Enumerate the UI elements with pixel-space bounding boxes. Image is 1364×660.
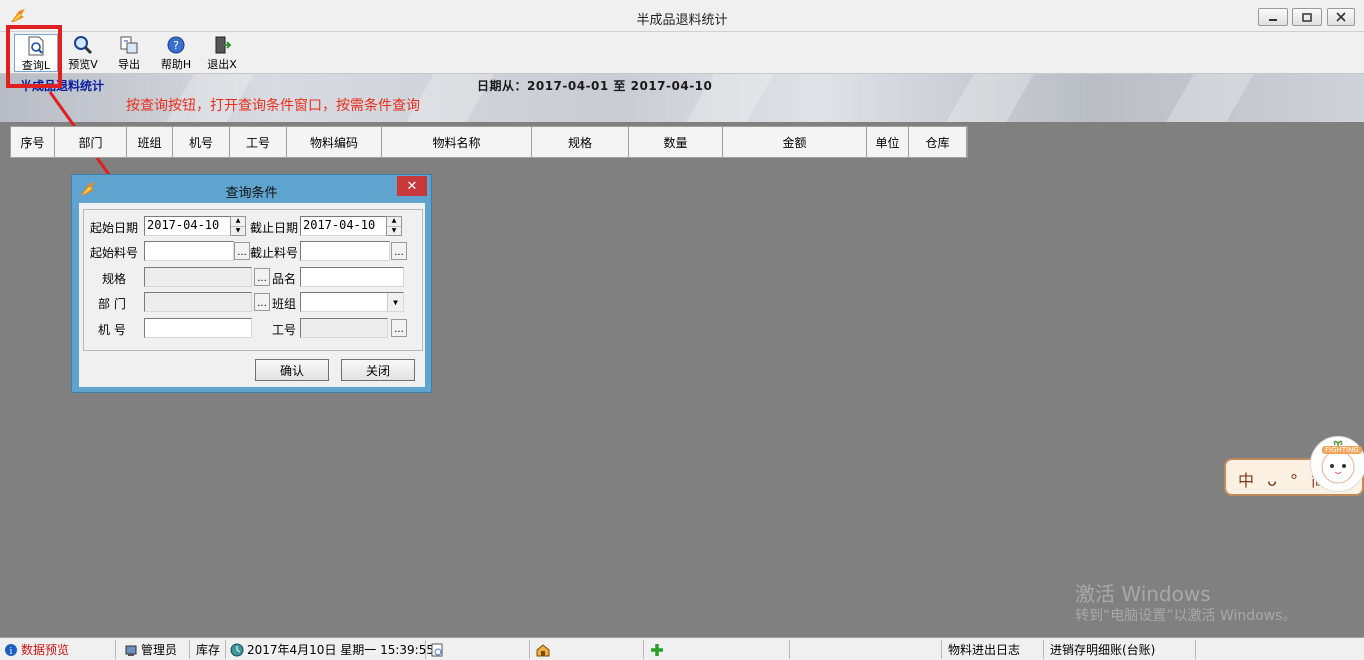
- column-header[interactable]: 物料名称: [382, 127, 532, 157]
- report-header-band: 半成品退料统计 日期从：2017-04-01 至 2017-04-10 按查询按…: [0, 74, 1364, 122]
- home-icon: [536, 643, 550, 657]
- machine-label: 机 号: [98, 323, 126, 337]
- exit-door-icon: [215, 36, 232, 54]
- end-item-input[interactable]: [300, 241, 390, 261]
- status-spacer: [796, 640, 942, 659]
- ledger-text: 进销存明细账(台账): [1050, 643, 1156, 657]
- status-module: 库存: [196, 640, 226, 659]
- window-title: 半成品退料统计: [636, 13, 728, 28]
- machine-input[interactable]: [144, 318, 252, 338]
- dialog-close-button[interactable]: ✕: [397, 176, 427, 196]
- start-item-label: 起始料号: [90, 246, 139, 260]
- start-date-spinner[interactable]: ▲ ▼: [230, 216, 246, 236]
- dialog-body: 起始日期 2017-04-10 ▲ ▼ 截止日期 2017-04-10 ▲ ▼ 起始…: [79, 203, 425, 387]
- column-header[interactable]: 序号: [11, 127, 55, 157]
- product-name-input[interactable]: [300, 267, 404, 287]
- team-select[interactable]: ▼: [300, 292, 404, 312]
- criteria-group: 起始日期 2017-04-10 ▲ ▼ 截止日期 2017-04-10 ▲ ▼ 起始…: [83, 209, 423, 351]
- datetime-text: 2017年4月10日 星期一 15:39:55: [247, 643, 434, 657]
- department-label: 部 门: [98, 297, 126, 311]
- close-dialog-button[interactable]: 关闭: [341, 359, 415, 381]
- activation-watermark-text: 转到“电脑设置”以激活 Windows。: [1075, 608, 1297, 624]
- notes-icon: [430, 643, 444, 657]
- column-header[interactable]: 部门: [55, 127, 127, 157]
- info-icon: i: [4, 643, 18, 657]
- ime-mascot-icon: [1310, 436, 1364, 492]
- end-date-field[interactable]: 2017-04-10: [300, 216, 388, 236]
- module-name: 库存: [196, 643, 221, 657]
- spin-down-icon: ▼: [235, 226, 241, 234]
- column-header[interactable]: 班组: [127, 127, 173, 157]
- spec-label: 规格: [102, 272, 127, 286]
- toolbar: 查询L 预览V 导出 ? 帮助H 退出X: [0, 32, 1364, 74]
- plus-icon: [650, 643, 664, 657]
- exit-label: 退出X: [207, 58, 237, 71]
- close-icon: ✕: [406, 178, 418, 194]
- exit-button[interactable]: 退出X: [200, 34, 244, 72]
- column-header[interactable]: 机号: [173, 127, 230, 157]
- status-add[interactable]: [650, 640, 790, 659]
- end-item-label: 截止料号: [250, 246, 299, 260]
- restore-icon: [1302, 13, 1312, 22]
- status-user: 管理员: [124, 640, 190, 659]
- chevron-down-icon: ▼: [387, 293, 403, 311]
- status-bar: i 数据预览 管理员 库存 2017年4月10日 星期一 15:39:55 物料…: [0, 637, 1364, 660]
- worker-lookup-button[interactable]: ...: [391, 319, 407, 337]
- column-header[interactable]: 金额: [723, 127, 867, 157]
- start-item-lookup-button[interactable]: ...: [234, 242, 250, 260]
- spec-input[interactable]: [144, 267, 252, 287]
- title-bar: 半成品退料统计: [0, 0, 1364, 32]
- column-header[interactable]: 数量: [629, 127, 723, 157]
- activation-watermark-title: 激活 Windows: [1075, 582, 1211, 606]
- confirm-button[interactable]: 确认: [255, 359, 329, 381]
- status-notes[interactable]: [430, 640, 530, 659]
- minimize-icon: [1269, 19, 1277, 21]
- user-name: 管理员: [141, 643, 178, 657]
- status-log-link[interactable]: 物料进出日志: [948, 640, 1044, 659]
- date-range-text: 日期从：2017-04-01 至 2017-04-10: [477, 79, 713, 93]
- column-header[interactable]: 单位: [867, 127, 909, 157]
- log-text: 物料进出日志: [948, 643, 1021, 657]
- user-icon: [124, 643, 138, 657]
- status-clock: 2017年4月10日 星期一 15:39:55: [230, 640, 434, 659]
- maximize-button[interactable]: [1292, 8, 1322, 26]
- column-header[interactable]: 工号: [230, 127, 287, 157]
- department-lookup-button[interactable]: ...: [254, 293, 270, 311]
- ime-widget[interactable]: 中 ᴗ ° 简 FIGHTING: [1224, 436, 1364, 496]
- dialog-title-bar[interactable]: 查询条件: [72, 175, 431, 203]
- product-name-label: 品名: [272, 272, 297, 286]
- close-icon: [1336, 12, 1346, 22]
- spin-up-icon: ▲: [387, 217, 401, 227]
- dialog-title: 查询条件: [225, 186, 278, 201]
- ime-badge: FIGHTING: [1322, 446, 1362, 454]
- data-preview-text: 数据预览: [21, 643, 70, 657]
- end-date-label: 截止日期: [250, 221, 299, 235]
- worker-label: 工号: [272, 323, 297, 337]
- spin-down-icon: ▼: [391, 226, 397, 234]
- svg-text:i: i: [10, 647, 13, 657]
- query-dialog: 查询条件 ✕ 起始日期 2017-04-10 ▲ ▼ 截止日期 2017-04-1…: [71, 174, 432, 393]
- minimize-button[interactable]: [1258, 8, 1288, 26]
- start-date-label: 起始日期: [90, 221, 139, 235]
- clock-icon: [230, 643, 244, 657]
- column-header[interactable]: 规格: [532, 127, 629, 157]
- end-item-lookup-button[interactable]: ...: [391, 242, 407, 260]
- status-ledger-link[interactable]: 进销存明细账(台账): [1050, 640, 1196, 659]
- status-data-preview[interactable]: i 数据预览: [4, 640, 116, 659]
- column-header[interactable]: 物料编码: [287, 127, 382, 157]
- department-input[interactable]: [144, 292, 252, 312]
- start-date-field[interactable]: 2017-04-10: [144, 216, 232, 236]
- team-label: 班组: [272, 297, 297, 311]
- spin-up-icon: ▲: [231, 217, 245, 227]
- status-home[interactable]: [536, 640, 644, 659]
- worker-input[interactable]: [300, 318, 388, 338]
- column-header[interactable]: 仓库: [909, 127, 967, 157]
- spec-lookup-button[interactable]: ...: [254, 268, 270, 286]
- start-item-input[interactable]: [144, 241, 234, 261]
- close-window-button[interactable]: [1327, 8, 1355, 26]
- grid-header: 序号 部门 班组 机号 工号 物料编码 物料名称 规格 数量 金额 单位 仓库: [10, 126, 968, 158]
- end-date-spinner[interactable]: ▲ ▼: [386, 216, 402, 236]
